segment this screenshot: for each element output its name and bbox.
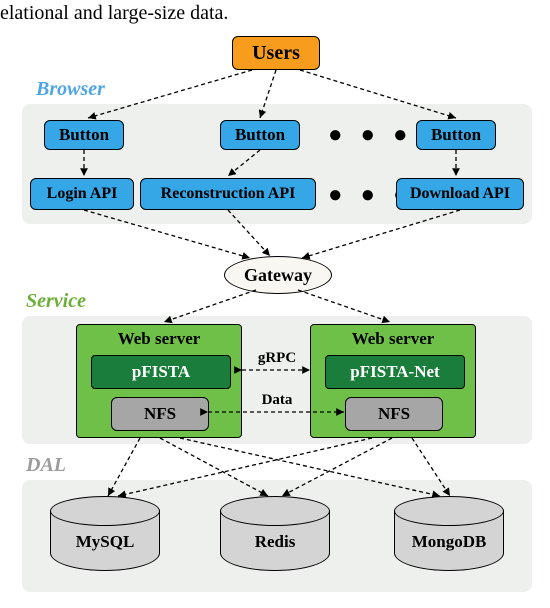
nfs-left: NFS xyxy=(111,397,209,431)
web-server-label: Web server xyxy=(311,329,475,349)
mongodb-db: MongoDB xyxy=(394,496,504,571)
browser-button-3: Button xyxy=(416,120,496,150)
web-server-left: Web server pFISTA NFS xyxy=(76,324,242,438)
db-label: MongoDB xyxy=(394,532,504,552)
mysql-db: MySQL xyxy=(50,496,160,571)
redis-db: Redis xyxy=(220,496,330,571)
browser-button-2: Button xyxy=(220,120,300,150)
web-server-label: Web server xyxy=(77,329,241,349)
reconstruction-api: Reconstruction API xyxy=(140,178,316,210)
login-api: Login API xyxy=(30,178,134,210)
buttons-ellipsis: ● ● ● xyxy=(328,122,414,149)
gateway-node: Gateway xyxy=(224,256,332,294)
db-label: MySQL xyxy=(50,532,160,552)
users-node: Users xyxy=(232,36,320,70)
browser-button-1: Button xyxy=(44,120,124,150)
grpc-label: gRPC xyxy=(252,350,302,367)
dal-label: DAL xyxy=(26,454,66,477)
data-label: Data xyxy=(252,392,302,409)
browser-label: Browser xyxy=(36,78,105,101)
service-label: Service xyxy=(26,290,86,313)
pfista-box: pFISTA xyxy=(91,355,231,389)
nfs-right: NFS xyxy=(345,397,443,431)
web-server-right: Web server pFISTA-Net NFS xyxy=(310,324,476,438)
fragment-text: elational and large-size data. xyxy=(0,2,228,25)
pfista-net-box: pFISTA-Net xyxy=(325,355,465,389)
db-label: Redis xyxy=(220,532,330,552)
download-api: Download API xyxy=(396,178,524,210)
